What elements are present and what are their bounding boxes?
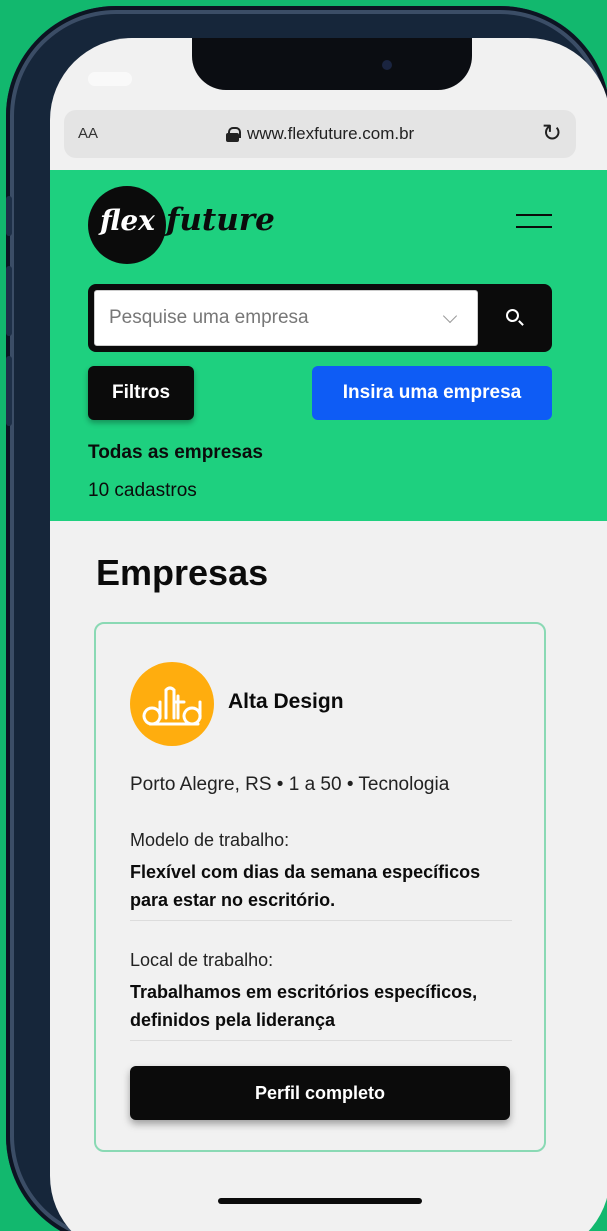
- page-title: Empresas: [96, 552, 269, 593]
- logo-text-future: future: [166, 202, 275, 238]
- filters-button[interactable]: Filtros: [88, 366, 194, 420]
- divider: [130, 1040, 512, 1041]
- company-name[interactable]: Alta Design: [228, 690, 344, 714]
- company-meta: Porto Alegre, RS • 1 a 50 • Tecnologia: [130, 774, 450, 795]
- company-card: Alta Design Porto Alegre, RS • 1 a 50 • …: [94, 622, 546, 1152]
- url-display[interactable]: www.flexfuture.com.br: [226, 124, 414, 144]
- lock-icon: [226, 126, 241, 142]
- work-place-label: Local de trabalho:: [130, 950, 274, 970]
- search-button[interactable]: [482, 290, 546, 346]
- search-icon: [506, 309, 519, 322]
- home-indicator[interactable]: [218, 1198, 422, 1204]
- work-model-label: Modelo de trabalho:: [130, 830, 290, 850]
- camera-icon: [382, 60, 392, 70]
- search-field[interactable]: [94, 290, 478, 346]
- search-input[interactable]: [95, 291, 435, 345]
- hamburger-menu-icon[interactable]: [516, 214, 552, 242]
- insert-company-button[interactable]: Insira uma empresa: [312, 366, 552, 420]
- alta-logo-icon: [142, 686, 202, 726]
- volume-up-button: [6, 266, 12, 336]
- all-companies-heading: Todas as empresas: [88, 442, 263, 463]
- logo-text-flex: flex: [100, 204, 155, 237]
- company-logo: [130, 662, 214, 746]
- search-bar: [88, 284, 552, 352]
- url-text: www.flexfuture.com.br: [247, 124, 415, 143]
- work-place-value: Trabalhamos em escritórios específicos, …: [130, 982, 478, 1030]
- browser-address-bar[interactable]: AA www.flexfuture.com.br ↻: [64, 110, 576, 158]
- phone-screen: AA www.flexfuture.com.br ↻ flex future P…: [50, 38, 607, 1231]
- screen-glare: [88, 72, 132, 86]
- phone-frame: AA www.flexfuture.com.br ↻ flex future P…: [6, 6, 607, 1231]
- volume-down-button: [6, 356, 12, 426]
- full-profile-button[interactable]: Perfil completo: [130, 1066, 510, 1120]
- registration-count: 10 cadastros: [88, 480, 197, 501]
- reload-icon[interactable]: ↻: [542, 119, 562, 148]
- site-header: flex future Filtros Insira uma empresa T…: [50, 170, 607, 521]
- notch: [192, 38, 472, 90]
- divider: [130, 920, 512, 921]
- mute-switch: [6, 196, 12, 236]
- chevron-down-icon[interactable]: [442, 308, 458, 324]
- text-size-button[interactable]: AA: [78, 125, 98, 142]
- work-model-value: Flexível com dias da semana específicos …: [130, 862, 481, 910]
